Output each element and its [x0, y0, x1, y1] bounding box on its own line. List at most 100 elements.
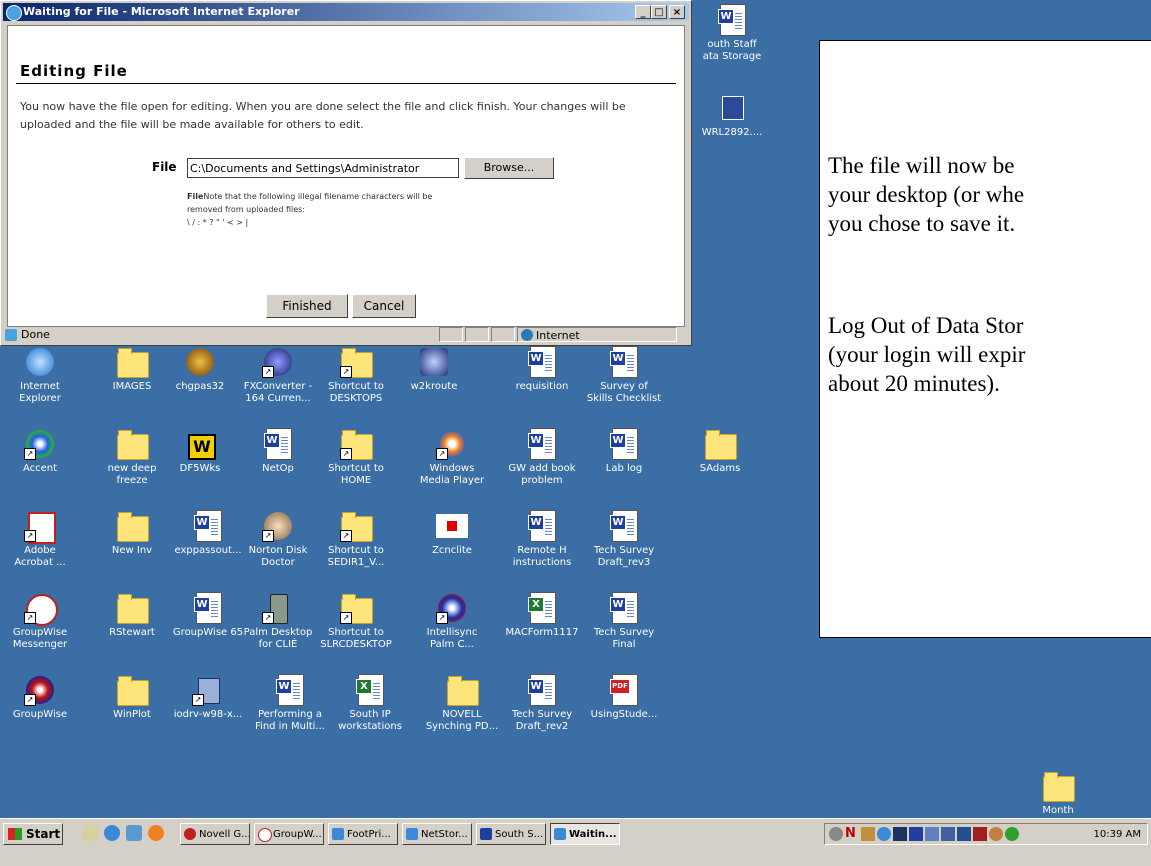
task-button-active[interactable]: Waitin... — [550, 823, 620, 845]
folder-icon — [116, 674, 149, 706]
desktop-icon-gw-add-book[interactable]: W GW add book problem — [502, 428, 582, 487]
desktop-icon-wrl[interactable]: WRL2892.... — [692, 92, 772, 139]
file-label: File — [152, 160, 177, 174]
desktop-icon-norton[interactable]: ↗ Norton Disk Doctor — [238, 510, 318, 569]
speaker-icon[interactable] — [829, 827, 843, 841]
desktop-icon-performing[interactable]: W Performing a Find in Multi... — [250, 674, 330, 733]
desktop-icon-month[interactable]: Month — [1018, 770, 1098, 817]
icon-label: Tech Survey Draft_rev2 — [511, 709, 573, 732]
tray-icon[interactable] — [877, 827, 891, 841]
desktop-icon-shortcut-sedir[interactable]: ↗ Shortcut to SEDIR1_V... — [316, 510, 396, 569]
desktop-icon-shortcut-home[interactable]: ↗ Shortcut to HOME — [316, 428, 396, 487]
tray-icon[interactable] — [1005, 827, 1019, 841]
tray-icon[interactable] — [861, 827, 875, 841]
browse-button[interactable]: Browse... — [464, 157, 554, 179]
desktop-icon-south-staff[interactable]: W outh Staff ata Storage — [692, 4, 772, 63]
desktop-icon-rstewart[interactable]: RStewart — [92, 592, 172, 639]
desktop-icon-tech-survey-final[interactable]: W Tech Survey Final — [584, 592, 664, 651]
task-button[interactable]: FootPri... — [328, 823, 398, 845]
desktop-icon-tech-survey-r2[interactable]: W Tech Survey Draft_rev2 — [502, 674, 582, 733]
minimize-button[interactable]: _ — [635, 5, 651, 19]
file-path-input[interactable] — [187, 158, 459, 178]
excel-doc-icon: X — [354, 674, 386, 706]
desktop-icon-new-inv[interactable]: New Inv — [92, 510, 172, 557]
desktop-icon-intellisync[interactable]: ↗ Intellisync Palm C... — [412, 592, 492, 651]
desktop-icon-iodrv[interactable]: ↗ iodrv-w98-x... — [168, 674, 248, 721]
cancel-button[interactable]: Cancel — [352, 294, 416, 318]
desktop-icon-fxconverter[interactable]: ↗ FXConverter - 164 Curren... — [238, 346, 318, 405]
show-desktop-icon[interactable] — [82, 825, 98, 841]
icon-label: Survey of Skills Checklist — [586, 381, 662, 404]
desktop-icon-accent[interactable]: ↗ Accent — [0, 428, 80, 475]
icon-label: NetOp — [262, 463, 294, 474]
icon-label: w2kroute — [410, 381, 458, 392]
word-doc-icon: W — [608, 428, 640, 460]
novell-n-icon[interactable]: N — [845, 827, 859, 841]
desktop-icon-chgpas32[interactable]: chgpas32 — [160, 346, 240, 393]
desktop-icon-groupwise65[interactable]: W GroupWise 65 — [168, 592, 248, 639]
tray-icon[interactable] — [893, 827, 907, 841]
icon-label: Windows Media Player — [419, 463, 485, 486]
task-button[interactable]: South S... — [476, 823, 546, 845]
desktop-icon-wmp[interactable]: ↗ Windows Media Player — [412, 428, 492, 487]
icon-label: NOVELL Synching PD... — [425, 709, 499, 732]
desktop-icon-sadams[interactable]: SAdams — [680, 428, 760, 475]
desktop-icon-exppassout[interactable]: W exppassout... — [168, 510, 248, 557]
desktop-icon-survey-skills[interactable]: W Survey of Skills Checklist — [584, 346, 664, 405]
media-quicklaunch-icon[interactable] — [148, 825, 164, 841]
desktop-icon-zcnclite[interactable]: Zcnclite — [412, 510, 492, 557]
desktop-icon-palm-desktop[interactable]: ↗ Palm Desktop for CLIÉ — [238, 592, 318, 651]
desktop-icon-netop[interactable]: W NetOp — [238, 428, 318, 475]
desktop-icon-tech-survey-r3[interactable]: W Tech Survey Draft_rev3 — [584, 510, 664, 569]
icon-label: New Inv — [111, 545, 153, 556]
panel-line: (your login will expir — [828, 342, 1026, 367]
groupwise-icon: ↗ — [24, 674, 56, 706]
desktop-icon-gw-messenger[interactable]: ↗ GroupWise Messenger — [0, 592, 80, 651]
desktop-icon-novell-sync[interactable]: NOVELL Synching PD... — [422, 674, 502, 733]
icon-label: WinPlot — [113, 709, 151, 720]
desktop-icon-adobe[interactable]: ↗ Adobe Acrobat ... — [0, 510, 80, 569]
outlook-quicklaunch-icon[interactable] — [126, 825, 142, 841]
icon-label: RStewart — [109, 627, 155, 638]
ie-icon — [406, 828, 418, 840]
desktop-icon-macform[interactable]: X MACForm1117 — [502, 592, 582, 639]
maximize-button[interactable]: □ — [651, 5, 667, 19]
desktop-icon-requisition[interactable]: W requisition — [502, 346, 582, 393]
desktop-icon-shortcut-desktops[interactable]: ↗ Shortcut to DESKTOPS — [316, 346, 396, 405]
task-button[interactable]: NetStor... — [402, 823, 472, 845]
installer-icon: ↗ — [192, 674, 224, 706]
folder-icon — [116, 510, 149, 542]
status-cell — [439, 327, 463, 342]
close-button[interactable]: × — [669, 5, 685, 19]
tray-icon[interactable] — [973, 827, 987, 841]
note-bold: File — [187, 192, 204, 201]
desktop-icon-shortcut-slrc[interactable]: ↗ Shortcut to SLRCDESKTOP — [316, 592, 396, 651]
finished-button[interactable]: Finished — [266, 294, 348, 318]
status-text: Done — [21, 328, 50, 341]
icon-label: Accent — [22, 463, 58, 474]
network-icon[interactable] — [941, 827, 955, 841]
desktop-icon-lab-log[interactable]: W Lab log — [584, 428, 664, 475]
desktop-icon-w2kroute[interactable]: w2kroute — [394, 346, 474, 393]
desktop-icon-ie[interactable]: Internet Explorer — [0, 346, 80, 405]
desktop-icon-winplot[interactable]: WinPlot — [92, 674, 172, 721]
messenger-icon: ↗ — [24, 592, 58, 626]
desktop-icon-remote-h[interactable]: W Remote H instructions — [502, 510, 582, 569]
icon-label: Shortcut to SLRCDESKTOP — [320, 627, 392, 650]
tray-icon[interactable] — [989, 827, 1003, 841]
task-button[interactable]: GroupW... — [254, 823, 324, 845]
desktop-icon-usingstude[interactable]: PDF UsingStude... — [584, 674, 664, 721]
window-titlebar[interactable]: Waiting for File - Microsoft Internet Ex… — [3, 3, 689, 21]
ie-quicklaunch-icon[interactable] — [104, 825, 120, 841]
icon-label: GroupWise 65 — [172, 627, 244, 638]
desktop-icon-groupwise[interactable]: ↗ GroupWise — [0, 674, 80, 721]
desktop-icon-south-ip[interactable]: X South IP workstations — [330, 674, 410, 733]
tray-icon[interactable] — [957, 827, 971, 841]
task-button[interactable]: Novell G... — [180, 823, 250, 845]
desktop-icon-df5wks[interactable]: W DF5Wks — [160, 428, 240, 475]
tray-icon[interactable] — [925, 827, 939, 841]
start-button[interactable]: Start — [3, 823, 63, 845]
icon-label: WRL2892.... — [701, 127, 763, 138]
status-cell — [491, 327, 515, 342]
language-icon[interactable] — [909, 827, 923, 841]
